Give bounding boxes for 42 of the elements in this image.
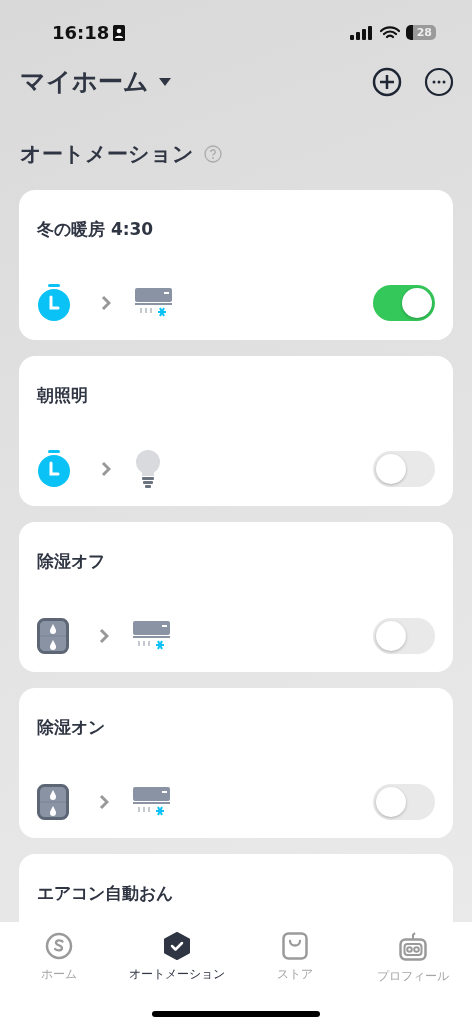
- automation-title: 除湿オフ: [37, 550, 106, 573]
- robot-icon: [399, 932, 427, 962]
- battery-level: 28: [405, 25, 436, 40]
- bag-icon: [282, 932, 308, 960]
- contact-card-icon: [113, 24, 126, 41]
- toggle-switch[interactable]: [373, 451, 435, 487]
- toggle-switch[interactable]: [373, 784, 435, 820]
- stopwatch-icon: [37, 450, 71, 488]
- light-bulb-icon: [135, 450, 161, 488]
- status-time: 16:18: [52, 22, 110, 43]
- signal-icon: [349, 25, 374, 40]
- air-conditioner-icon: [133, 621, 171, 651]
- dropdown-caret-icon[interactable]: [159, 77, 171, 86]
- automation-card[interactable]: 冬の暖房 4:30: [19, 190, 453, 340]
- chevron-icon: [101, 295, 111, 311]
- help-icon[interactable]: [204, 145, 222, 163]
- check-hexagon-icon: [163, 932, 191, 960]
- toggle-switch[interactable]: [373, 285, 435, 321]
- automation-card[interactable]: 朝照明: [19, 356, 453, 506]
- add-button[interactable]: [372, 66, 402, 97]
- home-title[interactable]: マイホーム: [20, 65, 149, 98]
- toggle-switch[interactable]: [373, 618, 435, 654]
- tab[interactable]: オートメーション: [118, 932, 236, 985]
- automation-title: エアコン自動おん: [37, 882, 174, 905]
- air-conditioner-icon: [133, 787, 171, 817]
- automation-title: 冬の暖房 4:30: [37, 218, 155, 241]
- chevron-icon: [101, 461, 111, 477]
- section-title: オートメーション: [20, 141, 194, 168]
- stopwatch-icon: [37, 284, 71, 322]
- sensor-icon: [37, 784, 69, 820]
- automation-title: 除湿オン: [37, 716, 106, 739]
- air-conditioner-icon: [135, 288, 173, 318]
- automation-title: 朝照明: [37, 384, 89, 407]
- more-button[interactable]: [424, 66, 454, 97]
- automation-card[interactable]: エアコン自動おん: [19, 854, 453, 922]
- coin-icon: [45, 932, 73, 960]
- wifi-icon: [379, 25, 400, 40]
- chevron-icon: [99, 628, 109, 644]
- automation-card[interactable]: 除湿オン: [19, 688, 453, 838]
- automation-card[interactable]: 除湿オフ: [19, 522, 453, 672]
- sensor-icon: [37, 618, 69, 654]
- chevron-icon: [99, 794, 109, 810]
